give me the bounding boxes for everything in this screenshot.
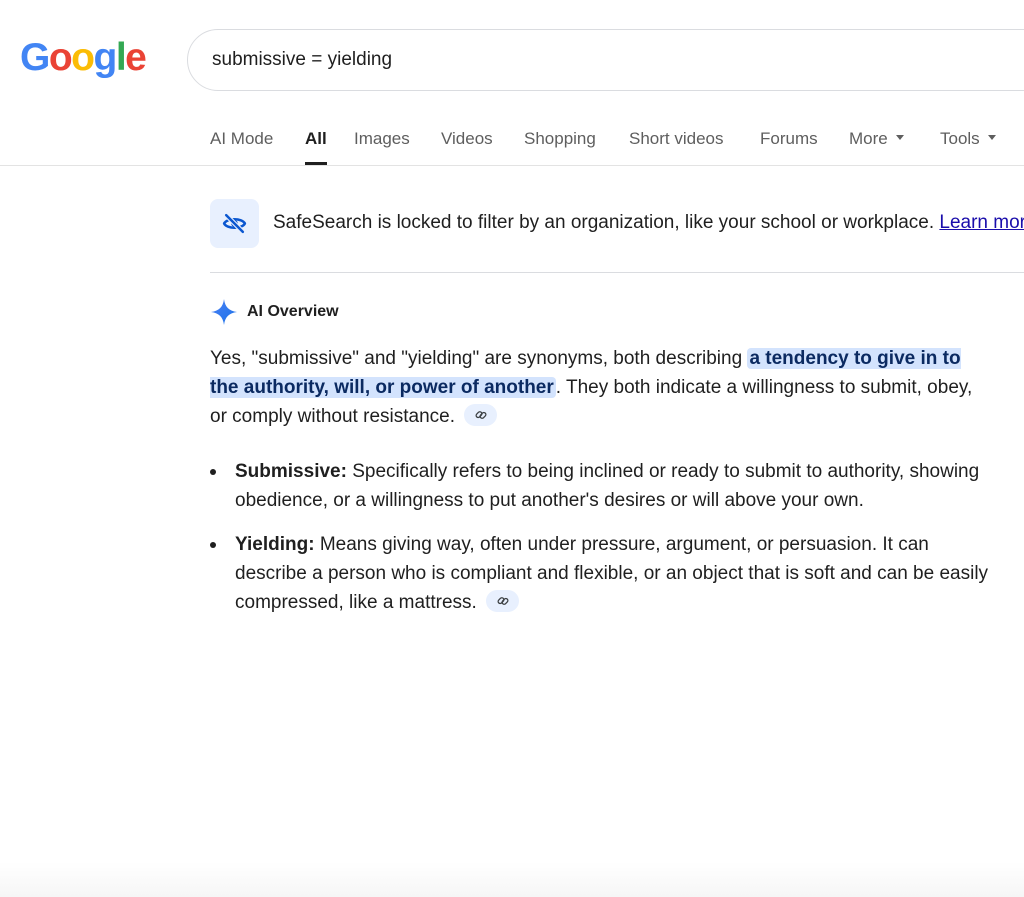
learn-more-link[interactable]: Learn more bbox=[939, 212, 1024, 233]
list-item-term: Submissive: bbox=[235, 461, 347, 482]
tab-images[interactable]: Images bbox=[354, 129, 410, 165]
tab-more[interactable]: More bbox=[849, 129, 904, 165]
link-icon bbox=[497, 597, 509, 605]
sparkle-icon bbox=[211, 299, 237, 325]
logo-letter: g bbox=[93, 36, 118, 79]
safesearch-notice: SafeSearch is locked to filter by an org… bbox=[273, 212, 1024, 234]
list-item-text: Means giving way, often under pressure, … bbox=[235, 534, 989, 613]
logo-letter: o bbox=[48, 36, 73, 79]
bullet-dot bbox=[210, 469, 216, 475]
logo-letter: o bbox=[71, 36, 95, 79]
logo-letter: e bbox=[125, 36, 147, 79]
divider bbox=[210, 272, 1024, 273]
link-icon bbox=[475, 411, 487, 419]
eye-off-icon bbox=[222, 212, 247, 235]
safesearch-icon-box bbox=[210, 199, 259, 248]
tab-ai-mode[interactable]: AI Mode bbox=[210, 129, 273, 165]
tab-label: AI Mode bbox=[210, 129, 274, 148]
source-link-button[interactable] bbox=[464, 403, 498, 426]
google-logo[interactable]: Google bbox=[20, 36, 147, 79]
tab-forums[interactable]: Forums bbox=[760, 129, 818, 165]
tab-all[interactable]: All bbox=[305, 129, 327, 165]
tab-short-videos[interactable]: Short videos bbox=[629, 129, 724, 165]
list-item: Submissive: Specifically refers to being… bbox=[210, 457, 990, 515]
tab-label: All bbox=[305, 129, 327, 148]
list-item-term: Yielding: bbox=[235, 534, 315, 555]
ai-overview-list: Submissive: Specifically refers to being… bbox=[210, 457, 990, 632]
search-box[interactable] bbox=[187, 29, 1024, 91]
list-item: Yielding: Means giving way, often under … bbox=[210, 530, 990, 617]
tab-shopping[interactable]: Shopping bbox=[524, 129, 596, 165]
list-item-text: Specifically refers to being inclined or… bbox=[235, 461, 980, 511]
bullet-dot bbox=[210, 542, 216, 548]
safesearch-text: SafeSearch is locked to filter by an org… bbox=[273, 212, 935, 233]
tab-label: Forums bbox=[760, 129, 818, 148]
ai-overview-summary: Yes, "submissive" and "yielding" are syn… bbox=[210, 344, 990, 431]
logo-letter: l bbox=[115, 36, 127, 79]
bottom-fade bbox=[0, 862, 1024, 897]
tab-label: Short videos bbox=[629, 129, 724, 148]
caret-down-icon bbox=[895, 135, 904, 141]
search-input[interactable] bbox=[212, 46, 972, 74]
search-tabs: AI Mode All Images Videos Shopping Short… bbox=[0, 118, 1024, 166]
search-results-page: Google AI Mode All Images Videos Shoppin… bbox=[0, 0, 1024, 897]
caret-down-icon bbox=[987, 135, 996, 141]
tab-label: Videos bbox=[441, 129, 493, 148]
logo-letter: G bbox=[20, 36, 50, 79]
tab-label: Shopping bbox=[524, 129, 596, 148]
tab-videos[interactable]: Videos bbox=[441, 129, 493, 165]
tab-label: More bbox=[849, 129, 888, 148]
source-link-button[interactable] bbox=[486, 589, 520, 612]
summary-text: Yes, "submissive" and "yielding" are syn… bbox=[210, 348, 748, 369]
tab-label: Tools bbox=[940, 129, 980, 148]
ai-overview-title: AI Overview bbox=[247, 303, 339, 320]
tab-label: Images bbox=[354, 129, 410, 148]
tools-button[interactable]: Tools bbox=[940, 129, 996, 165]
